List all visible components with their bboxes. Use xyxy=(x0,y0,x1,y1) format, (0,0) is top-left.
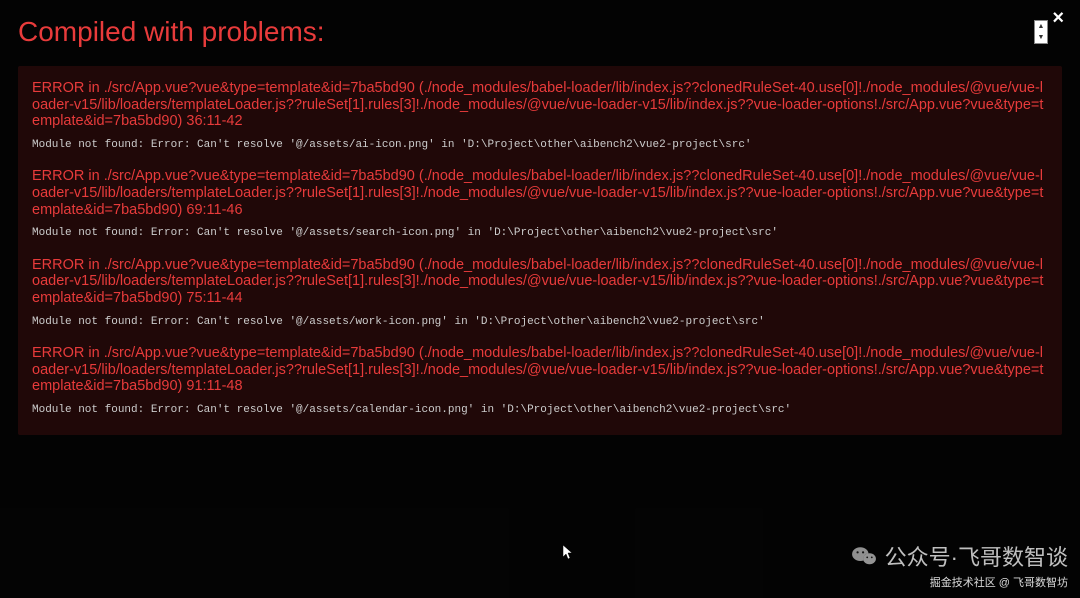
number-spinner[interactable]: ▲ ▼ xyxy=(1034,20,1048,44)
chevron-up-icon[interactable]: ▲ xyxy=(1035,21,1047,32)
error-heading: ERROR in ./src/App.vue?vue&type=template… xyxy=(32,80,1048,130)
watermark-sub-text: 掘金技术社区 @ 飞哥数智坊 xyxy=(851,574,1068,590)
error-block: ERROR in ./src/App.vue?vue&type=template… xyxy=(32,345,1048,417)
error-detail: Module not found: Error: Can't resolve '… xyxy=(32,226,1048,240)
watermark-main-text: 公众号·飞哥数智谈 xyxy=(885,540,1068,572)
error-detail: Module not found: Error: Can't resolve '… xyxy=(32,138,1048,152)
error-block: ERROR in ./src/App.vue?vue&type=template… xyxy=(32,80,1048,152)
watermark: 公众号·飞哥数智谈 掘金技术社区 @ 飞哥数智坊 xyxy=(851,540,1068,590)
watermark-main: 公众号·飞哥数智谈 xyxy=(851,540,1068,572)
error-block: ERROR in ./src/App.vue?vue&type=template… xyxy=(32,168,1048,240)
error-heading: ERROR in ./src/App.vue?vue&type=template… xyxy=(32,168,1048,218)
error-container: ERROR in ./src/App.vue?vue&type=template… xyxy=(18,66,1062,435)
close-icon[interactable]: × xyxy=(1048,8,1068,28)
wechat-icon xyxy=(851,545,877,567)
header-row: Compiled with problems: × xyxy=(18,8,1062,66)
error-block: ERROR in ./src/App.vue?vue&type=template… xyxy=(32,257,1048,329)
chevron-down-icon[interactable]: ▼ xyxy=(1035,32,1047,43)
error-detail: Module not found: Error: Can't resolve '… xyxy=(32,315,1048,329)
error-heading: ERROR in ./src/App.vue?vue&type=template… xyxy=(32,345,1048,395)
error-detail: Module not found: Error: Can't resolve '… xyxy=(32,403,1048,417)
error-overlay: Compiled with problems: × ▲ ▼ ERROR in .… xyxy=(0,0,1080,598)
error-heading: ERROR in ./src/App.vue?vue&type=template… xyxy=(32,257,1048,307)
page-title: Compiled with problems: xyxy=(18,16,325,48)
